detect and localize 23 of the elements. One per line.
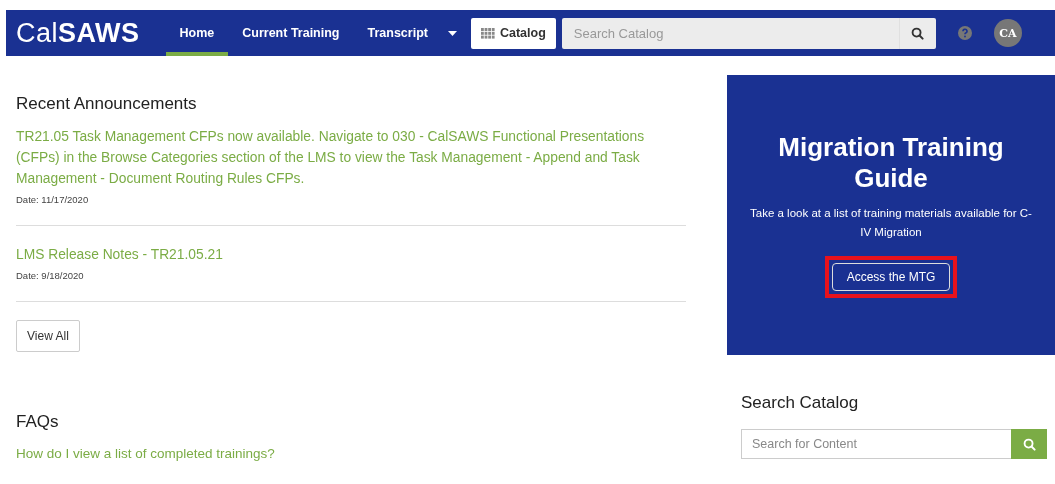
announcement-date: Date: 11/17/2020 (16, 194, 90, 205)
catalog-button[interactable]: Catalog (470, 17, 556, 49)
section-heading: Recent Announcements (16, 94, 198, 114)
section-heading: FAQs (16, 412, 60, 432)
promo-title: Migration Training Guide (777, 132, 1005, 194)
nav-tab[interactable]: Home (165, 10, 229, 56)
search-button[interactable] (898, 17, 936, 49)
logo[interactable]: CalSAWS (16, 17, 140, 49)
search-field[interactable]: Search for Content (741, 429, 1011, 459)
caret-icon[interactable] (447, 30, 457, 36)
announcement-date: Date: 9/18/2020 (16, 270, 85, 281)
search-field[interactable]: Search Catalog (561, 17, 899, 49)
nav-tab[interactable]: Transcript (353, 10, 442, 56)
nav-tab[interactable]: Current Training (228, 10, 354, 56)
help-icon[interactable] (957, 26, 972, 40)
search-icon (911, 26, 925, 40)
user-avatar[interactable]: CA (993, 19, 1022, 47)
view-all-button[interactable]: View All (16, 320, 80, 352)
search-icon (1022, 437, 1036, 451)
section-heading: Search Catalog (741, 393, 860, 413)
grid-icon (480, 27, 495, 39)
access-button[interactable]: Access the MTG (831, 263, 951, 291)
promo-text: Take a look at a list of training materials available for C-IV Migration (749, 206, 1033, 240)
